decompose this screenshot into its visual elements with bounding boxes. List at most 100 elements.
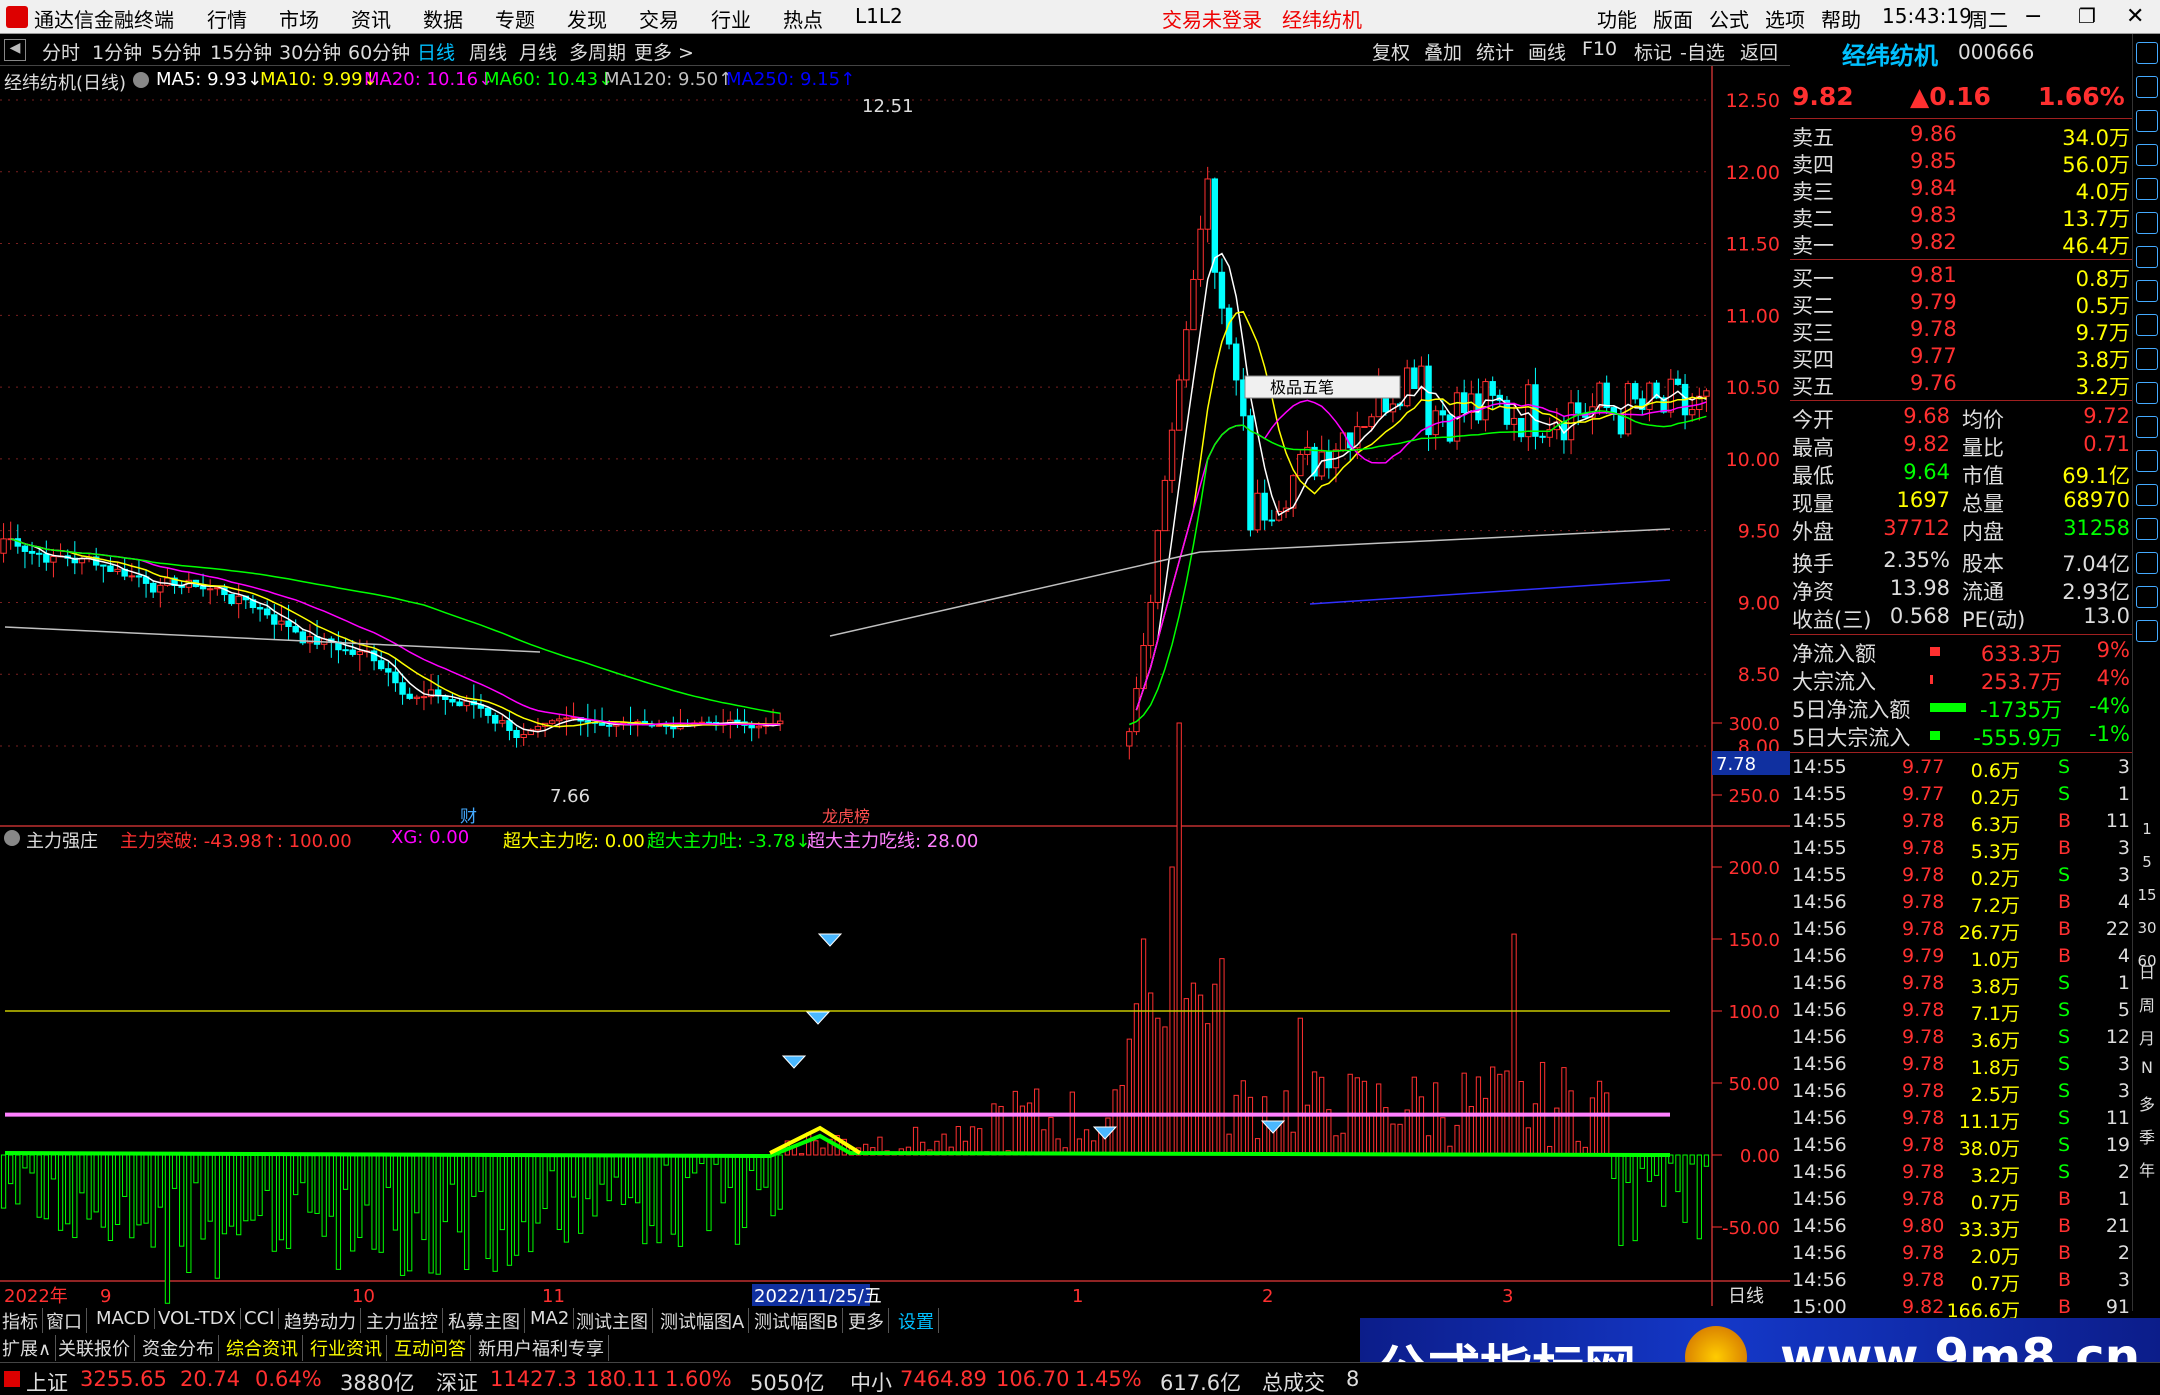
ask-row[interactable]: 卖五 9.86 34.0万 — [1790, 122, 2132, 150]
menu-item-jiaoyi[interactable]: 交易 — [639, 4, 679, 33]
bid-row[interactable]: 买四 9.77 3.8万 — [1790, 344, 2132, 372]
extension-tab-highlight[interactable]: 互动问答 — [394, 1335, 471, 1361]
menu-item-zhuanti[interactable]: 专题 — [495, 4, 535, 33]
period-number[interactable]: 5 — [2135, 853, 2159, 871]
period-number[interactable]: 15 — [2135, 886, 2159, 904]
tool-icon[interactable] — [2136, 246, 2158, 268]
menu-item-shuju[interactable]: 数据 — [423, 4, 463, 33]
tool-icon[interactable] — [2136, 144, 2158, 166]
dragon-tiger-marker[interactable]: 龙虎榜 — [822, 807, 870, 826]
indicator-tab[interactable]: 窗口 — [46, 1308, 87, 1334]
tab-multi-period[interactable]: 多周期 — [569, 38, 626, 65]
indicator-tab[interactable]: 设置 — [898, 1308, 939, 1334]
tool-icon[interactable] — [2136, 416, 2158, 438]
tool-icon[interactable] — [2136, 212, 2158, 234]
kline-chart[interactable]: 12.5012.0011.5011.0010.5010.009.509.008.… — [0, 66, 1790, 1306]
indicator-tab[interactable]: 测试幅图B — [754, 1308, 844, 1334]
indicator-tab[interactable]: MA2 — [530, 1308, 575, 1329]
menu-item-l1l2[interactable]: L1L2 — [855, 4, 903, 28]
indicator-tab[interactable]: 测试主图 — [576, 1308, 653, 1334]
minimize-icon[interactable]: − — [2024, 4, 2042, 29]
menu-item-gongshi[interactable]: 公式 — [1709, 4, 1749, 33]
tool-icon[interactable] — [2136, 450, 2158, 472]
btn-fuquan[interactable]: 复权 — [1372, 38, 1410, 65]
menu-item-banmian[interactable]: 版面 — [1653, 4, 1693, 33]
btn-biaoji[interactable]: 标记 — [1634, 38, 1672, 65]
indicator-tab[interactable]: CCI — [244, 1308, 280, 1329]
tool-icon[interactable] — [2136, 76, 2158, 98]
tab-1min[interactable]: 1分钟 — [92, 38, 142, 65]
indicator-tab[interactable]: 测试幅图A — [660, 1308, 750, 1334]
extension-tab[interactable]: 新用户福利专享 — [478, 1335, 609, 1361]
period-number[interactable]: 30 — [2135, 919, 2159, 937]
collapse-icon[interactable]: ◀ — [4, 39, 26, 61]
btn-tongji[interactable]: 统计 — [1476, 38, 1514, 65]
indicator-tab[interactable]: 更多 — [848, 1308, 889, 1334]
tool-icon[interactable] — [2136, 110, 2158, 132]
btn-huaxian[interactable]: 画线 — [1528, 38, 1566, 65]
tab-weekly[interactable]: 周线 — [469, 38, 507, 65]
ask-row[interactable]: 卖三 9.84 4.0万 — [1790, 176, 2132, 204]
tool-icon[interactable] — [2136, 178, 2158, 200]
tool-icon[interactable] — [2136, 314, 2158, 336]
indicator-gear-icon[interactable] — [4, 830, 20, 846]
menu-item-gongneng[interactable]: 功能 — [1597, 4, 1637, 33]
menu-item-hangqing[interactable]: 行情 — [207, 4, 247, 33]
tool-icon[interactable] — [2136, 518, 2158, 540]
indicator-tab[interactable]: MACD — [96, 1308, 155, 1329]
period-number[interactable]: 1 — [2135, 820, 2159, 838]
menu-item-bangzhu[interactable]: 帮助 — [1821, 4, 1861, 33]
indicator-tab[interactable]: VOL-TDX — [158, 1308, 241, 1329]
period-shortcut[interactable]: 日 — [2135, 959, 2159, 983]
menu-item-shichang[interactable]: 市场 — [279, 4, 319, 33]
menu-item-zixun[interactable]: 资讯 — [351, 4, 391, 33]
ask-row[interactable]: 卖二 9.83 13.7万 — [1790, 203, 2132, 231]
extension-tab[interactable]: 关联报价 — [58, 1335, 135, 1361]
bid-row[interactable]: 买一 9.81 0.8万 — [1790, 263, 2132, 291]
tool-icon[interactable] — [2136, 552, 2158, 574]
tab-monthly[interactable]: 月线 — [519, 38, 557, 65]
zx-label[interactable]: 中小 — [850, 1367, 892, 1395]
bid-row[interactable]: 买二 9.79 0.5万 — [1790, 290, 2132, 318]
tool-icon[interactable] — [2136, 382, 2158, 404]
ask-row[interactable]: 卖一 9.82 46.4万 — [1790, 230, 2132, 258]
bid-row[interactable]: 买五 9.76 3.2万 — [1790, 371, 2132, 399]
tab-60min[interactable]: 60分钟 — [348, 38, 410, 65]
tool-icon[interactable] — [2136, 348, 2158, 370]
menu-item-hangye[interactable]: 行业 — [711, 4, 751, 33]
extension-tab[interactable]: 资金分布 — [142, 1335, 219, 1361]
indicator-tab[interactable]: 指标 — [2, 1308, 43, 1334]
tool-icon[interactable] — [2136, 280, 2158, 302]
trade-login-status[interactable]: 交易未登录 — [1162, 4, 1262, 33]
tab-5min[interactable]: 5分钟 — [151, 38, 201, 65]
btn-fanhui[interactable]: 返回 — [1740, 38, 1778, 65]
period-shortcut[interactable]: N — [2135, 1058, 2159, 1077]
period-shortcut[interactable]: 季 — [2135, 1124, 2159, 1148]
period-shortcut[interactable]: 月 — [2135, 1025, 2159, 1049]
finance-marker[interactable]: 财 — [460, 807, 477, 827]
menu-item-faxian[interactable]: 发现 — [567, 4, 607, 33]
tab-fenshi[interactable]: 分时 — [42, 38, 80, 65]
btn-zixuan[interactable]: -自选 — [1680, 38, 1725, 65]
restore-icon[interactable]: ❐ — [2078, 4, 2096, 28]
tool-icon[interactable] — [2136, 586, 2158, 608]
tool-icon[interactable] — [2136, 484, 2158, 506]
tab-daily[interactable]: 日线 — [417, 38, 455, 65]
extension-tab-highlight[interactable]: 行业资讯 — [310, 1335, 387, 1361]
menu-item-redian[interactable]: 热点 — [783, 4, 823, 33]
ask-row[interactable]: 卖四 9.85 56.0万 — [1790, 149, 2132, 177]
close-icon[interactable]: ✕ — [2126, 4, 2144, 29]
indicator-tab[interactable]: 私募主图 — [448, 1308, 525, 1334]
indicator-tab[interactable]: 趋势动力 — [284, 1308, 361, 1334]
tab-15min[interactable]: 15分钟 — [210, 38, 272, 65]
tool-icon[interactable] — [2136, 42, 2158, 64]
tab-30min[interactable]: 30分钟 — [279, 38, 341, 65]
tool-icon[interactable] — [2136, 620, 2158, 642]
extension-tab[interactable]: 扩展∧ — [2, 1335, 57, 1361]
bid-row[interactable]: 买三 9.78 9.7万 — [1790, 317, 2132, 345]
btn-diejia[interactable]: 叠加 — [1424, 38, 1462, 65]
period-shortcut[interactable]: 周 — [2135, 992, 2159, 1016]
sh-label[interactable]: 上证 — [26, 1367, 68, 1395]
menu-item-xuanxiang[interactable]: 选项 — [1765, 4, 1805, 33]
sz-label[interactable]: 深证 — [436, 1367, 478, 1395]
